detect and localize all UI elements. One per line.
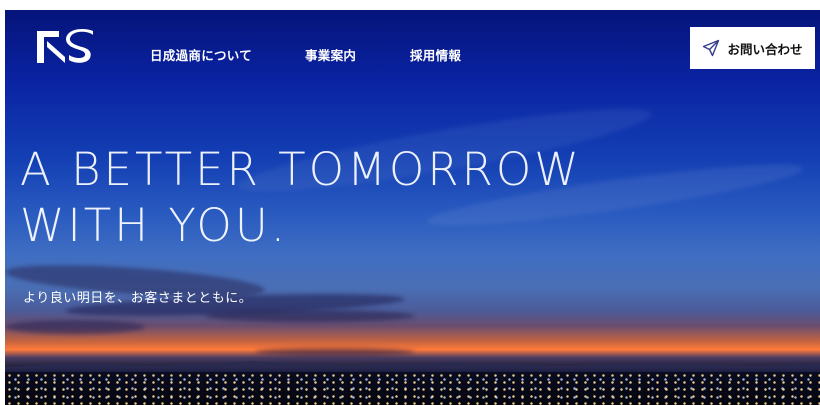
nav-item-about[interactable]: 日成過商について <box>150 45 252 64</box>
cloud <box>5 320 145 334</box>
paper-plane-icon <box>702 39 720 57</box>
contact-button-label: お問い合わせ <box>727 42 803 57</box>
ns-logo-icon[interactable] <box>35 27 95 67</box>
nav-item-business[interactable]: 事業案内 <box>305 45 356 64</box>
hero-headline: A BETTER TOMORROW WITH YOU. <box>20 142 582 254</box>
headline-line-1: A BETTER TOMORROW <box>20 143 582 196</box>
headline-line-2: WITH YOU. <box>20 199 289 252</box>
hero-tagline: より良い明日を、お客さまとともに。 <box>23 291 253 306</box>
cloud <box>255 348 415 356</box>
contact-button[interactable]: お問い合わせ <box>690 27 815 69</box>
nav-item-recruit[interactable]: 採用情報 <box>410 45 461 64</box>
city-lights <box>5 372 820 405</box>
hero-section: 日成過商について 事業案内 採用情報 お問い合わせ A BETTER TOMOR… <box>5 10 820 405</box>
cloud <box>205 310 415 322</box>
